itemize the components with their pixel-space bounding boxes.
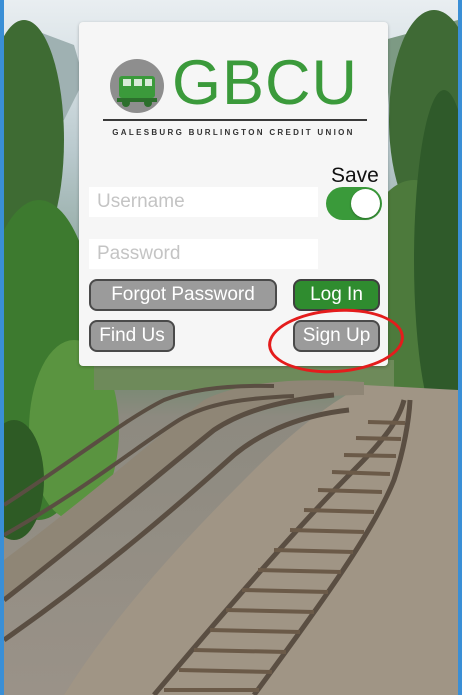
sign-up-button[interactable]: Sign Up [293,320,380,352]
gbcu-logo: GBCU GALESBURG BURLINGTON CREDIT UNION [79,48,388,152]
save-toggle[interactable] [326,187,382,220]
train-logo-icon [110,59,164,113]
brand-tagline: GALESBURG BURLINGTON CREDIT UNION [112,128,355,137]
logo-divider [103,119,367,121]
brand-wordmark: GBCU [172,48,359,118]
log-in-button[interactable]: Log In [293,279,380,311]
toggle-knob [351,189,380,218]
forgot-password-button[interactable]: Forgot Password [89,279,277,311]
login-panel: GBCU GALESBURG BURLINGTON CREDIT UNION S… [79,22,388,366]
save-label: Save [331,164,379,187]
password-input[interactable] [89,239,318,269]
find-us-button[interactable]: Find Us [89,320,175,352]
username-input[interactable] [89,187,318,217]
